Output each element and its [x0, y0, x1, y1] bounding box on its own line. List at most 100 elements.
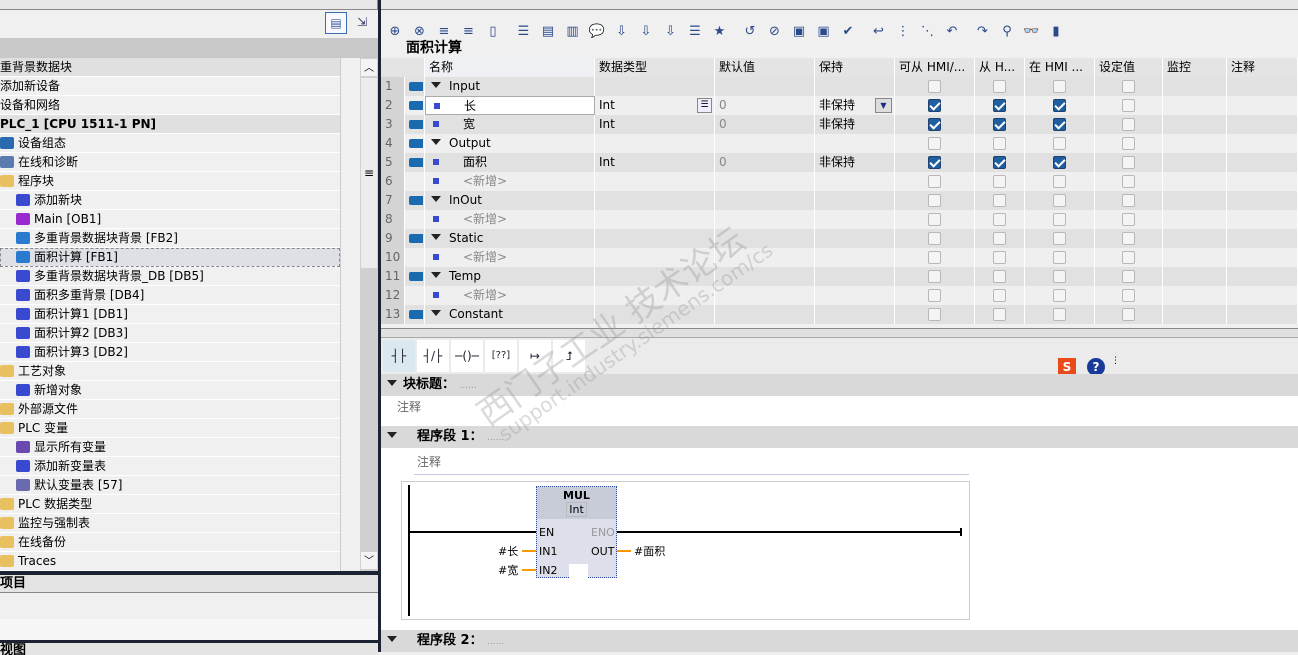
- empty-box-icon[interactable]: [??]: [485, 340, 517, 372]
- nc-contact-icon[interactable]: ┤/├: [417, 340, 449, 372]
- row-number[interactable]: 4: [381, 134, 405, 153]
- setpoint-checkbox[interactable]: [1122, 308, 1135, 321]
- watch-icon[interactable]: ⚲: [997, 22, 1017, 42]
- collapse-icon[interactable]: [387, 380, 397, 386]
- expand-icon[interactable]: [431, 196, 441, 202]
- tree-item[interactable]: 在线和诊断: [0, 153, 340, 172]
- setpoint-checkbox[interactable]: [1122, 251, 1135, 264]
- hmi-checkbox[interactable]: [928, 156, 941, 169]
- retain-cell[interactable]: [815, 229, 895, 248]
- comment-cell[interactable]: [1227, 248, 1298, 267]
- tree-item[interactable]: 工艺对象: [0, 362, 340, 381]
- tree-item[interactable]: 在线备份: [0, 533, 340, 552]
- hmi-checkbox[interactable]: [1053, 175, 1066, 188]
- member-icon[interactable]: [434, 103, 440, 109]
- column-header[interactable]: 注释: [1227, 58, 1298, 77]
- default-value-cell[interactable]: [715, 305, 815, 324]
- default-value-cell[interactable]: [715, 77, 815, 96]
- hmi-checkbox[interactable]: [993, 232, 1006, 245]
- tree-item[interactable]: 监控与强制表: [0, 514, 340, 533]
- variable-name[interactable]: <新增>: [425, 172, 595, 191]
- retain-cell[interactable]: [815, 305, 895, 324]
- member-icon[interactable]: [433, 216, 439, 222]
- setpoint-checkbox[interactable]: [1122, 99, 1135, 112]
- header-corner[interactable]: [381, 58, 425, 77]
- row-number[interactable]: 2: [381, 96, 405, 115]
- hmi-checkbox[interactable]: [1053, 99, 1066, 112]
- hmi-checkbox[interactable]: [928, 270, 941, 283]
- retain-cell[interactable]: [815, 134, 895, 153]
- tree-scrollbar[interactable]: ︿ ≡ ﹀: [360, 58, 378, 571]
- hmi-db-icon[interactable]: ▮: [1046, 22, 1066, 42]
- row-number[interactable]: 3: [381, 115, 405, 134]
- data-type-cell[interactable]: [595, 134, 715, 153]
- retain-cell[interactable]: [815, 267, 895, 286]
- retain-cell[interactable]: 非保持: [815, 115, 895, 134]
- hmi-checkbox[interactable]: [993, 175, 1006, 188]
- network-1-title[interactable]: ......: [487, 433, 504, 443]
- data-type-cell[interactable]: Int: [595, 153, 715, 172]
- open-branch-icon[interactable]: ↦: [519, 340, 551, 372]
- tree-item[interactable]: PLC 数据类型: [0, 495, 340, 514]
- data-type-cell[interactable]: [595, 267, 715, 286]
- hmi-checkbox[interactable]: [993, 99, 1006, 112]
- variable-name[interactable]: 长: [425, 96, 595, 115]
- table-view-icon[interactable]: ▤: [325, 12, 347, 34]
- comment-cell[interactable]: [1227, 191, 1298, 210]
- tree-item[interactable]: 添加新设备: [0, 77, 340, 96]
- tree-item[interactable]: 面积计算1 [DB1]: [0, 305, 340, 324]
- retain-cell[interactable]: [815, 77, 895, 96]
- in1-operand[interactable]: #长: [498, 543, 518, 559]
- network-2-band[interactable]: 程序段 2： ......: [381, 630, 1298, 652]
- init-icon[interactable]: ↩: [869, 22, 889, 42]
- hmi-checkbox[interactable]: [928, 118, 941, 131]
- retain-cell[interactable]: 非保持 ▼: [815, 96, 895, 115]
- tree-item[interactable]: 面积多重背景 [DB4]: [0, 286, 340, 305]
- tree-item[interactable]: 面积计算3 [DB2]: [0, 343, 340, 362]
- hmi-checkbox[interactable]: [1053, 289, 1066, 302]
- retain-cell[interactable]: [815, 191, 895, 210]
- row-number[interactable]: 13: [381, 305, 405, 324]
- more-icon[interactable]: ⋮: [1111, 356, 1120, 366]
- variable-name[interactable]: 面积: [425, 153, 595, 172]
- tree-item[interactable]: PLC_1 [CPU 1511-1 PN]: [0, 115, 340, 134]
- data-type-cell[interactable]: [595, 248, 715, 267]
- tree-item[interactable]: 设备和网络: [0, 96, 340, 115]
- retain-cell[interactable]: [815, 286, 895, 305]
- export-icon[interactable]: ⇲: [351, 12, 373, 34]
- setpoint-checkbox[interactable]: [1122, 232, 1135, 245]
- section-name[interactable]: Constant: [425, 305, 595, 324]
- hmi-checkbox[interactable]: [993, 194, 1006, 207]
- setpoint-checkbox[interactable]: [1122, 194, 1135, 207]
- variable-name[interactable]: <新增>: [425, 210, 595, 229]
- hmi-checkbox[interactable]: [993, 118, 1006, 131]
- variable-name[interactable]: 宽: [425, 115, 595, 134]
- setpoint-checkbox[interactable]: [1122, 175, 1135, 188]
- tree-item[interactable]: 面积计算 [FB1]: [0, 248, 340, 267]
- comment-cell[interactable]: [1227, 267, 1298, 286]
- hmi-checkbox[interactable]: [993, 156, 1006, 169]
- coil-icon[interactable]: ─()─: [451, 340, 483, 372]
- hmi-checkbox[interactable]: [993, 251, 1006, 264]
- block-title-band[interactable]: 块标题： ......: [381, 374, 1298, 396]
- data-type-cell[interactable]: [595, 305, 715, 324]
- tree-item[interactable]: 添加新变量表: [0, 457, 340, 476]
- hmi-checkbox[interactable]: [928, 232, 941, 245]
- default-value-cell[interactable]: [715, 286, 815, 305]
- tree-item[interactable]: PLC 变量: [0, 419, 340, 438]
- column-header[interactable]: 默认值: [715, 58, 815, 77]
- monitor-tag-icon[interactable]: ⇩: [661, 22, 681, 42]
- default-value-cell[interactable]: [715, 229, 815, 248]
- retain-cell[interactable]: [815, 248, 895, 267]
- hmi-checkbox[interactable]: [928, 80, 941, 93]
- hmi-checkbox[interactable]: [1053, 270, 1066, 283]
- hmi-checkbox[interactable]: [1053, 118, 1066, 131]
- scroll-up-icon[interactable]: ︿: [361, 59, 377, 76]
- memory-icon[interactable]: ⋮: [893, 22, 913, 42]
- default-value-cell[interactable]: 0: [715, 153, 815, 172]
- block-comment[interactable]: 注释: [397, 398, 421, 415]
- default-value-cell[interactable]: [715, 248, 815, 267]
- default-value-cell[interactable]: [715, 172, 815, 191]
- scroll-down-icon[interactable]: ﹀: [361, 552, 377, 569]
- row-number[interactable]: 5: [381, 153, 405, 172]
